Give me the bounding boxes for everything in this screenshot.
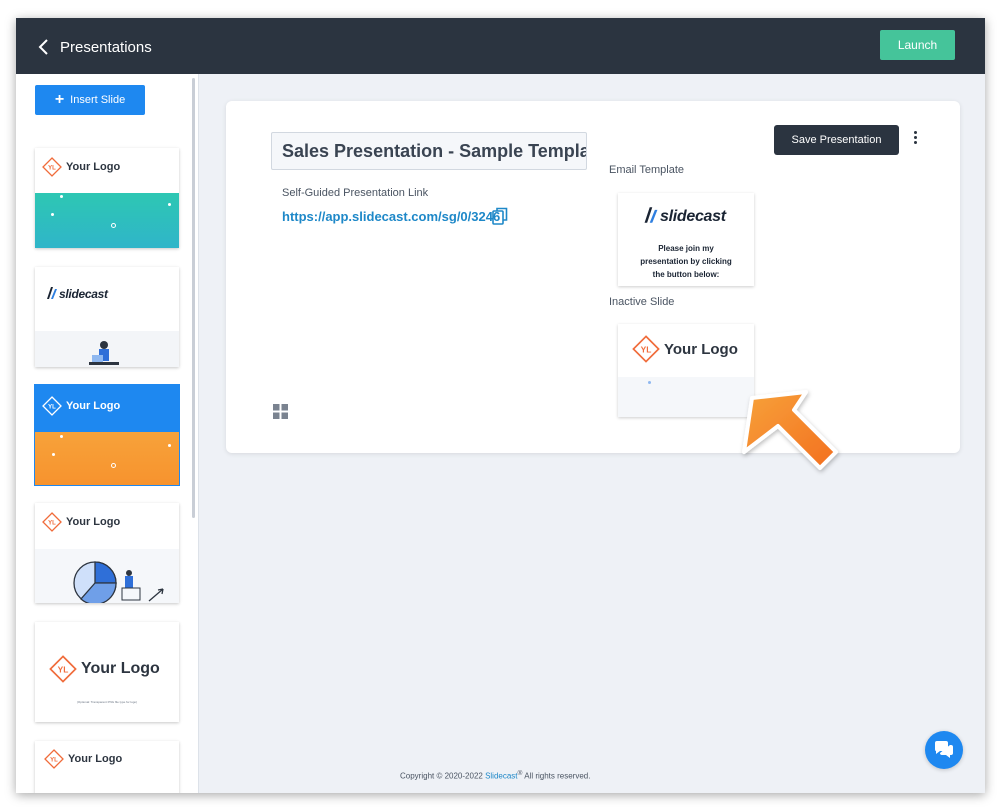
kebab-icon[interactable] — [910, 131, 920, 149]
presentation-link[interactable]: https://app.slidecast.com/sg/0/3246 — [282, 209, 500, 224]
svg-text:YL: YL — [48, 166, 56, 172]
app-window: Presentations Launch + Insert Slide YL Y… — [16, 18, 985, 793]
back-label: Presentations — [60, 38, 152, 56]
copy-icon[interactable] — [492, 207, 508, 225]
launch-button[interactable]: Launch — [880, 30, 955, 60]
inactive-slide-thumbnail[interactable]: YL Your Logo — [618, 324, 754, 417]
save-presentation-button[interactable]: Save Presentation — [774, 125, 899, 155]
slide-thumbnail-6[interactable]: YL Your Logo — [35, 741, 179, 793]
slidecast-logo-icon — [47, 287, 57, 299]
svg-text:YL: YL — [48, 405, 56, 411]
top-bar: Presentations Launch — [16, 18, 985, 74]
email-template-text: Please join my presentation by clicking … — [640, 244, 732, 279]
inactive-slide-label: Inactive Slide — [609, 296, 675, 308]
svg-text:YL: YL — [50, 758, 58, 764]
slide-logo-text: Your Logo — [66, 161, 121, 173]
slide-logo-text: Your Logo — [81, 660, 160, 677]
footer-copyright: Copyright © 2020-2022 Slidecast® All rig… — [400, 770, 590, 781]
slide-logo-text: slidecast — [59, 287, 108, 301]
slide-thumbnail-4[interactable]: YL Your Logo — [35, 503, 179, 603]
slide-thumbnail-2[interactable]: slidecast — [35, 267, 179, 367]
your-logo-icon: YL — [42, 396, 62, 416]
plus-icon: + — [54, 91, 65, 108]
your-logo-icon: YL — [42, 157, 62, 177]
chat-icon — [935, 741, 953, 758]
your-logo-icon: YL — [49, 655, 77, 683]
slide-caption: (Optional: Transparent PNG file type for… — [76, 700, 138, 704]
svg-text:YL: YL — [48, 521, 56, 527]
slide-teal-band — [35, 193, 179, 248]
insert-slide-label: Insert Slide — [70, 94, 126, 106]
presentation-title-input[interactable]: Sales Presentation - Sample Templa — [271, 132, 587, 170]
email-template-label: Email Template — [609, 164, 684, 176]
back-button[interactable]: Presentations — [38, 36, 158, 58]
rights-text: All rights reserved. — [522, 771, 591, 781]
email-logo-text: slidecast — [660, 208, 726, 225]
sidebar-scrollbar[interactable] — [192, 78, 195, 518]
slide-orange-band — [35, 432, 179, 485]
pointer-arrow-icon — [742, 390, 838, 470]
inactive-logo-text: Your Logo — [664, 340, 738, 358]
your-logo-icon: YL — [44, 749, 64, 769]
slide-thumbnail-1[interactable]: YL Your Logo — [35, 148, 179, 248]
insert-slide-button[interactable]: + Insert Slide — [35, 85, 145, 115]
slide-logo-text: Your Logo — [68, 753, 123, 765]
person-laptop-icon — [89, 341, 119, 365]
slide-logo-text: Your Logo — [66, 516, 121, 528]
slide-thumbnail-3[interactable]: YL Your Logo — [35, 385, 179, 485]
svg-text:YL: YL — [641, 345, 652, 355]
copyright-text: Copyright © 2020-2022 — [400, 771, 486, 781]
pie-chart-illustration-icon — [73, 561, 164, 603]
slidecast-logo-icon — [644, 207, 658, 223]
slide-logo-text: Your Logo — [66, 400, 121, 412]
slide-thumbnail-5[interactable]: YL Your Logo (Optional: Transparent PNG … — [35, 622, 179, 722]
chat-button[interactable] — [925, 731, 963, 769]
footer-brand-link[interactable]: Slidecast — [485, 772, 517, 781]
inactive-slide-band — [618, 377, 754, 417]
svg-text:YL: YL — [58, 665, 69, 675]
slide-sidebar: + Insert Slide YL Your Logo slidecast YL… — [16, 74, 199, 793]
chevron-left-icon — [38, 39, 48, 55]
email-template-thumbnail[interactable]: slidecast Please join my presentation by… — [618, 193, 754, 286]
your-logo-icon: YL — [42, 512, 62, 532]
grid-icon[interactable] — [273, 404, 288, 419]
your-logo-icon: YL — [632, 335, 660, 363]
link-label: Self-Guided Presentation Link — [282, 187, 429, 199]
